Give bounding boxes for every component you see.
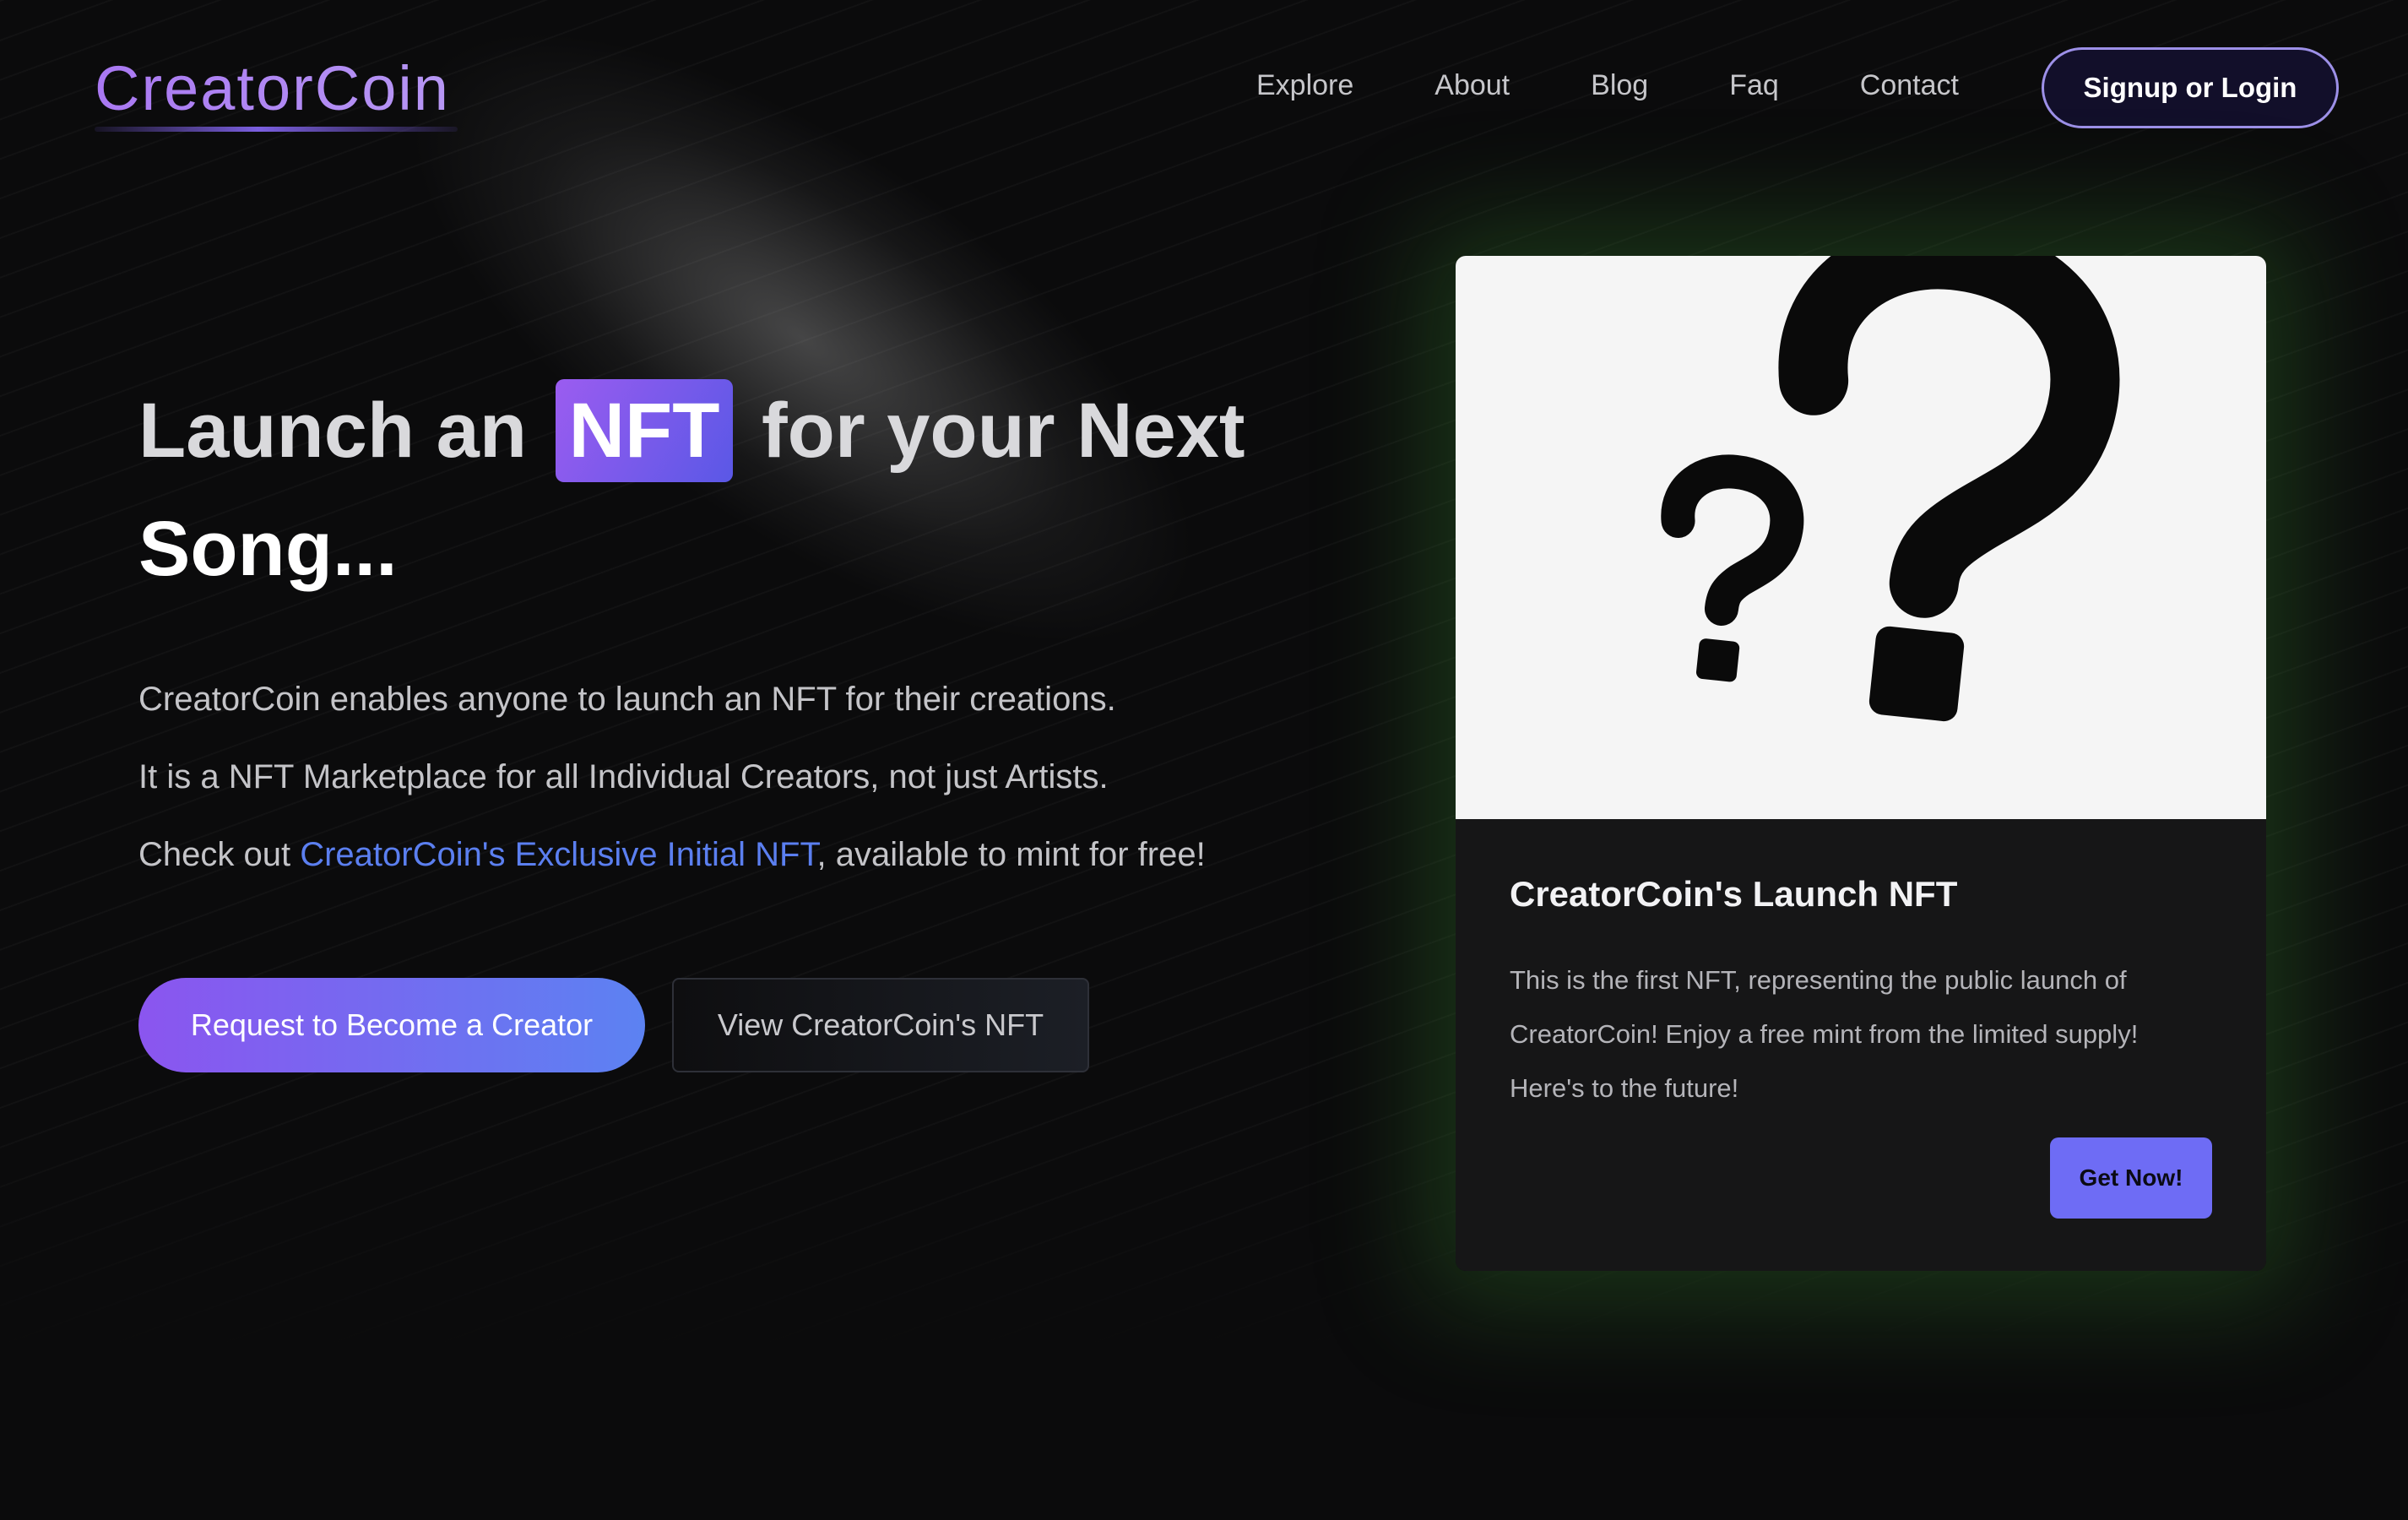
brand-logo[interactable]: CreatorCoin [95,52,450,124]
get-now-button[interactable]: Get Now! [2050,1137,2212,1219]
main-nav: Explore About Blog Faq Contact [1256,69,2040,102]
hero-paragraph-2: It is a NFT Marketplace for all Individu… [138,758,1109,795]
headline-pre: Launch an [138,388,528,474]
para3-pre: Check out [138,836,301,873]
exclusive-nft-link[interactable]: CreatorCoin's Exclusive Initial NFT [300,836,816,873]
para3-post: , available to mint for free! [816,836,1206,873]
question-marks-icon [1661,256,2120,722]
nav-item-faq[interactable]: Faq [1729,69,1779,102]
logo-underline [95,127,458,132]
signup-login-button[interactable]: Signup or Login [2042,47,2339,128]
nft-card: CreatorCoin's Launch NFT This is the fir… [1456,256,2266,1271]
nft-card-image[interactable] [1456,256,2266,819]
site-header: CreatorCoin Explore About Blog Faq Conta… [0,0,2408,177]
headline-post: for your Next [762,388,1245,474]
hero-paragraph-1: CreatorCoin enables anyone to launch an … [138,681,1116,718]
request-creator-button[interactable]: Request to Become a Creator [138,978,645,1072]
nft-card-title: CreatorCoin's Launch NFT [1510,874,1958,914]
nav-item-contact[interactable]: Contact [1860,69,1959,102]
nav-item-about[interactable]: About [1434,69,1510,102]
nft-card-description: This is the first NFT, representing the … [1510,965,2139,1103]
hero-headline: Launch an NFT for your Next Song... [138,372,1321,608]
headline-highlight: NFT [555,379,734,482]
nav-item-explore[interactable]: Explore [1256,69,1353,102]
hero-paragraph-3: Check out CreatorCoin's Exclusive Initia… [138,836,1206,874]
nav-item-blog[interactable]: Blog [1591,69,1648,102]
view-nft-button[interactable]: View CreatorCoin's NFT [672,978,1089,1072]
headline-line2: Song... [138,506,398,592]
